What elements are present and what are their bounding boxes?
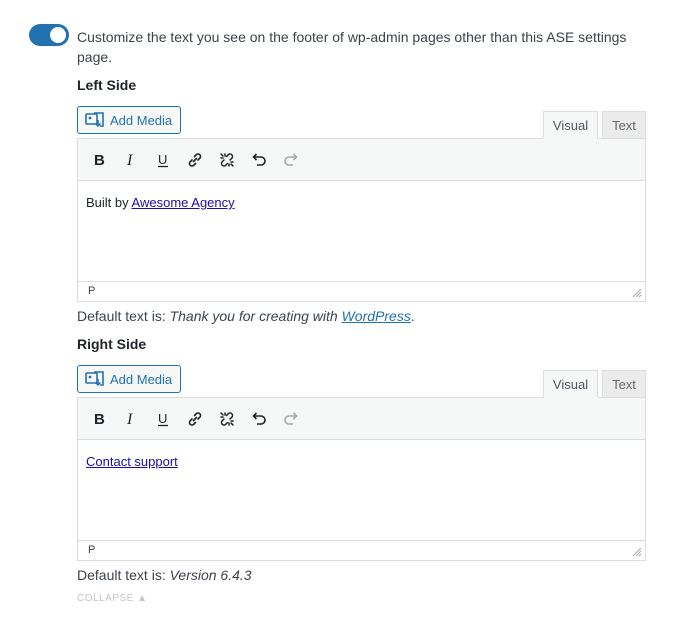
link-icon[interactable] [179,404,211,434]
toggle-label: Customize the text you see on the footer… [77,29,627,65]
default-prefix: Default text is: [77,567,170,583]
wordpress-link[interactable]: WordPress [342,308,411,324]
right-editor-toolbar: B I U [78,398,645,440]
right-editor: B I U Contact support P [77,397,646,561]
svg-text:I: I [126,411,133,427]
left-editor: B I U Built by Awesome Agency P [77,138,646,302]
undo-icon[interactable] [243,404,275,434]
caret-up-icon: ▲ [137,593,148,604]
unlink-icon[interactable] [211,145,243,175]
awesome-agency-link[interactable]: Awesome Agency [132,195,235,210]
tab-visual-left[interactable]: Visual [543,111,598,139]
tab-text-left[interactable]: Text [602,111,646,139]
collapse-link[interactable]: COLLAPSE ▲ [77,593,148,604]
default-suffix: . [410,308,415,324]
undo-icon[interactable] [243,145,275,175]
bold-icon[interactable]: B [83,404,115,434]
tab-visual-right[interactable]: Visual [543,370,598,398]
redo-icon[interactable] [275,145,307,175]
redo-icon[interactable] [275,404,307,434]
tab-text-right[interactable]: Text [602,370,646,398]
add-media-label: Add Media [110,371,173,387]
italic-icon[interactable]: I [115,404,147,434]
svg-text:U: U [158,152,167,167]
toggle-knob [50,27,66,43]
svg-text:B: B [94,152,105,168]
element-path: P [88,544,96,556]
element-path: P [88,285,96,297]
default-italic: Thank you for creating with [169,308,342,324]
left-side-title: Left Side [77,77,137,93]
underline-icon[interactable]: U [147,404,179,434]
left-editor-content[interactable]: Built by Awesome Agency [78,181,645,281]
left-default-text: Default text is: Thank you for creating … [77,308,415,324]
left-editor-statusbar: P [78,281,645,301]
right-add-media-button[interactable]: Add Media [77,365,181,393]
right-side-title: Right Side [77,336,147,352]
left-editor-toolbar: B I U [78,139,645,181]
left-content-text: Built by [86,195,132,210]
bold-icon[interactable]: B [83,145,115,175]
right-editor-content[interactable]: Contact support [78,440,645,540]
svg-text:U: U [158,411,167,426]
footer-text-toggle[interactable] [29,24,69,46]
underline-icon[interactable]: U [147,145,179,175]
default-italic: Version 6.4.3 [169,567,252,583]
collapse-label: COLLAPSE [77,593,134,604]
media-icon [85,111,105,129]
default-prefix: Default text is: [77,308,170,324]
resize-grip-icon[interactable] [632,288,642,298]
media-icon [85,370,105,388]
italic-icon[interactable]: I [115,145,147,175]
right-default-text: Default text is: Version 6.4.3 [77,567,252,583]
resize-grip-icon[interactable] [632,547,642,557]
unlink-icon[interactable] [211,404,243,434]
svg-text:B: B [94,411,105,427]
contact-support-link[interactable]: Contact support [86,454,178,469]
svg-text:I: I [126,152,133,168]
right-editor-statusbar: P [78,540,645,560]
left-add-media-button[interactable]: Add Media [77,106,181,134]
add-media-label: Add Media [110,112,173,128]
link-icon[interactable] [179,145,211,175]
